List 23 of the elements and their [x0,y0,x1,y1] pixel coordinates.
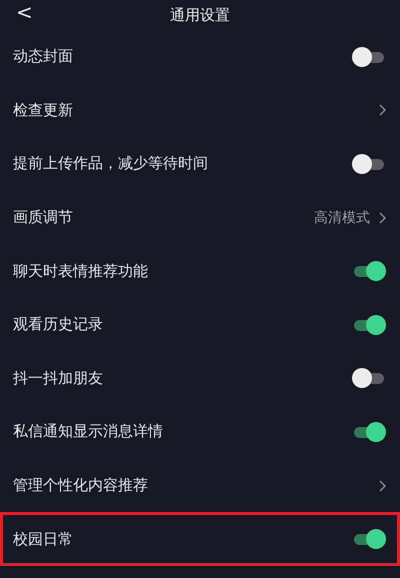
toggle-switch[interactable] [352,46,386,67]
chevron-icon[interactable] [378,104,386,116]
page-title: 通用设置 [170,6,230,24]
setting-label: 动态封面 [13,47,73,66]
setting-label: 抖一抖加朋友 [13,368,103,388]
setting-label: 画质调节 [13,208,73,228]
chevron-icon[interactable] [378,212,386,224]
toggle-switch[interactable] [352,529,386,550]
toggle-switch[interactable] [352,368,386,388]
chevron-icon[interactable] [378,480,386,492]
setting-label: 聊天时表情推荐功能 [13,262,148,281]
toggle-switch[interactable] [352,154,386,174]
setting-value: 高清模式 [314,208,370,227]
toggle-switch[interactable] [352,314,386,335]
setting-label: 管理个性化内容推荐 [13,476,148,496]
setting-label: 私信通知显示消息详情 [13,422,163,442]
setting-label: 观看历史记录 [13,315,103,334]
toggle-switch[interactable] [352,422,386,442]
back-button[interactable]: < [12,0,37,24]
setting-label: 校园日常 [13,530,73,549]
setting-label: 检查更新 [13,100,73,120]
toggle-switch[interactable] [352,261,386,282]
setting-label: 提前上传作品，减少等待时间 [13,154,208,174]
